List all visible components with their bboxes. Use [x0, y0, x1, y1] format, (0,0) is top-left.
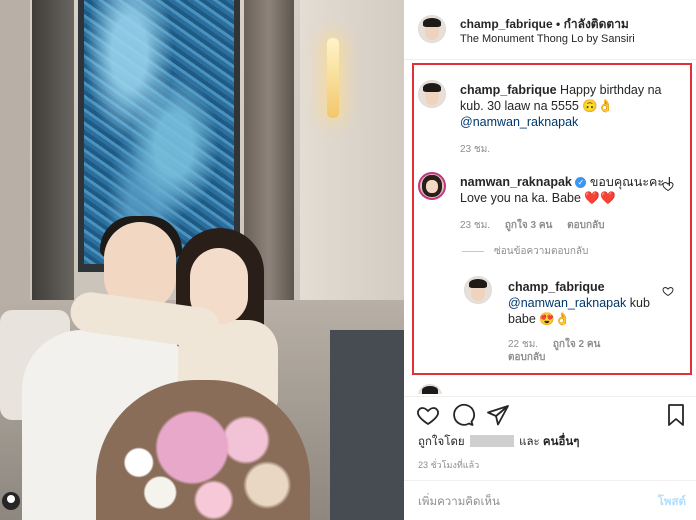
like-heart-icon[interactable]: [416, 403, 440, 427]
comment-mention[interactable]: @namwan_raknapak: [460, 115, 578, 129]
like-comment-heart-icon[interactable]: [662, 180, 674, 192]
hide-replies-button[interactable]: ซ่อนข้อความตอบกลับ: [462, 244, 588, 259]
post-header: champ_fabrique • กำลังติดตาม The Monumen…: [404, 0, 696, 60]
comment-time[interactable]: 23 ชม.: [460, 220, 490, 231]
comment-text: namwan_raknapak ✓ ขอบคุณนะคะ I Love you …: [460, 174, 674, 206]
comment-text: champ_fabrique Happy birthday na kub. 30…: [460, 82, 686, 130]
sofa-back: [330, 330, 404, 520]
comment-meta: 23 ชม.: [460, 142, 502, 157]
following-button[interactable]: กำลังติดตาม: [564, 17, 629, 31]
location-link[interactable]: The Monument Thong Lo by Sansiri: [460, 33, 635, 45]
action-bar: [404, 396, 696, 432]
like-reply-heart-icon[interactable]: [662, 285, 674, 297]
share-icon[interactable]: [486, 403, 510, 427]
save-bookmark-icon[interactable]: [664, 403, 688, 427]
comment-username[interactable]: champ_fabrique: [460, 83, 557, 97]
reply-username[interactable]: champ_fabrique: [508, 280, 605, 294]
reply-button[interactable]: ตอบกลับ: [567, 220, 604, 231]
next-comment-peek: [418, 382, 688, 394]
wall-lamp: [327, 38, 339, 118]
reply-mention[interactable]: @namwan_raknapak: [508, 296, 626, 310]
liked-by-others-link[interactable]: คนอื่นๆ: [543, 436, 580, 448]
post-side-panel: champ_fabrique • กำลังติดตาม The Monumen…: [404, 0, 696, 520]
verified-badge-icon: ✓: [575, 177, 587, 188]
next-comment-avatar[interactable]: [418, 384, 442, 394]
comment-meta: 23 ชม. ถูกใจ 3 คน ตอบกลับ: [460, 218, 617, 233]
header-avatar[interactable]: [418, 15, 446, 43]
post-time-ago[interactable]: 23 ชั่วโมงที่แล้ว: [418, 458, 479, 472]
comment-avatar[interactable]: [418, 80, 446, 108]
reply-time[interactable]: 22 ชม.: [508, 339, 538, 350]
blurred-username: [469, 435, 514, 447]
wall-right: [300, 0, 404, 320]
comment-avatar[interactable]: [418, 172, 446, 200]
add-comment-input[interactable]: เพิ่มความคิดเห็น: [418, 493, 500, 511]
pillar: [32, 0, 74, 300]
liked-by-row: ถูกใจโดย และ คนอื่นๆ: [418, 433, 579, 451]
hide-replies-label: ซ่อนข้อความตอบกลับ: [494, 246, 589, 257]
add-comment-bar: เพิ่มความคิดเห็น โพสต์: [404, 480, 696, 520]
reply-text: champ_fabrique @namwan_raknapak kub babe…: [508, 279, 654, 327]
post-comment-button[interactable]: โพสต์: [658, 493, 686, 511]
wall: [0, 0, 30, 310]
header-separator: •: [556, 17, 561, 31]
liked-by-prefix: ถูกใจโดย: [418, 436, 465, 448]
comment-time[interactable]: 23 ชม.: [460, 144, 490, 155]
comment-likes[interactable]: ถูกใจ 3 คน: [505, 220, 553, 231]
header-username-row: champ_fabrique • กำลังติดตาม: [460, 15, 629, 34]
reply-likes[interactable]: ถูกใจ 2 คน: [553, 339, 601, 350]
comment-username[interactable]: namwan_raknapak: [460, 175, 572, 189]
tagged-user-icon[interactable]: [2, 492, 20, 510]
header-username[interactable]: champ_fabrique: [460, 17, 553, 31]
liked-by-and: และ: [519, 436, 540, 448]
divider: [462, 250, 484, 252]
comment-icon[interactable]: [451, 403, 475, 427]
post-photo[interactable]: [0, 0, 404, 520]
reply-reply-button[interactable]: ตอบกลับ: [508, 350, 545, 365]
reply-avatar[interactable]: [464, 276, 492, 304]
